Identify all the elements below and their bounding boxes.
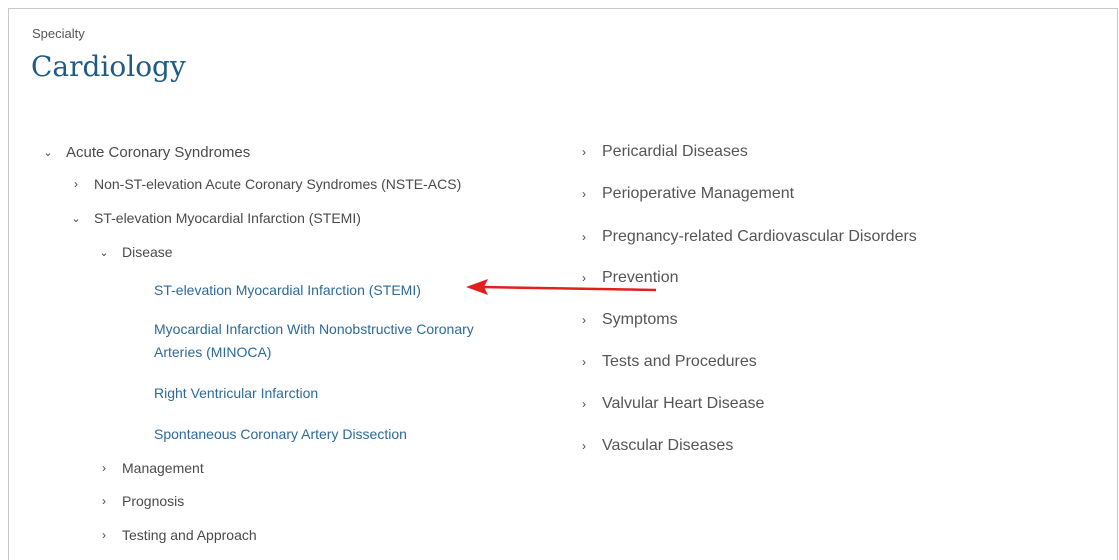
tree-item-label: Acute Coronary Syndromes: [66, 144, 251, 161]
tree-item-stemi[interactable]: ⌄ ST-elevation Myocardial Infarction (ST…: [68, 210, 361, 226]
tree-item-disease[interactable]: ⌄ Disease: [96, 244, 173, 260]
chevron-down-icon: ⌄: [71, 212, 81, 225]
chevron-right-icon: ›: [582, 187, 586, 201]
annotation-arrow: [466, 279, 657, 295]
chevron-right-icon: ›: [582, 397, 586, 411]
list-item-tests-and-procedures[interactable]: › Tests and Procedures: [576, 353, 757, 371]
link-right-ventricular-infarction[interactable]: Right Ventricular Infarction: [154, 382, 318, 405]
tree-item-testing-and-approach[interactable]: › Testing and Approach: [96, 527, 257, 543]
tree-item-label: Prognosis: [122, 493, 185, 509]
chevron-right-icon: ›: [102, 461, 106, 475]
chevron-right-icon: ›: [582, 145, 586, 159]
chevron-right-icon: ›: [102, 494, 106, 508]
list-item-label: Vascular Diseases: [602, 437, 734, 454]
tree-item-label: ST-elevation Myocardial Infarction (STEM…: [94, 210, 361, 226]
link-spontaneous-coronary-artery-dissection[interactable]: Spontaneous Coronary Artery Dissection: [154, 423, 407, 446]
list-item-symptoms[interactable]: › Symptoms: [576, 311, 678, 329]
tree-item-prognosis[interactable]: › Prognosis: [96, 493, 184, 509]
tree-item-management[interactable]: › Management: [96, 460, 204, 476]
chevron-down-icon: ⌄: [43, 147, 53, 159]
list-item-pericardial-diseases[interactable]: › Pericardial Diseases: [576, 143, 748, 161]
list-item-label: Pericardial Diseases: [602, 143, 748, 160]
tree-item-label: Disease: [122, 244, 173, 260]
chevron-right-icon: ›: [582, 355, 586, 369]
chevron-right-icon: ›: [74, 177, 78, 191]
annotation-arrow-shaft: [479, 285, 657, 292]
tree-item-label: Testing and Approach: [122, 527, 257, 543]
chevron-right-icon: ›: [582, 313, 586, 327]
tree-item-label: Management: [122, 460, 204, 476]
list-item-perioperative-management[interactable]: › Perioperative Management: [576, 185, 794, 203]
chevron-right-icon: ›: [582, 439, 586, 453]
page-title: Cardiology: [31, 50, 186, 83]
list-item-label: Perioperative Management: [602, 185, 795, 202]
list-item-label: Pregnancy-related Cardiovascular Disorde…: [602, 228, 917, 245]
list-item-valvular-heart-disease[interactable]: › Valvular Heart Disease: [576, 395, 764, 413]
link-stemi[interactable]: ST-elevation Myocardial Infarction (STEM…: [154, 279, 421, 302]
link-minoca-line2[interactable]: Arteries (MINOCA): [154, 341, 271, 364]
tree-item-label: Non-ST-elevation Acute Coronary Syndrome…: [94, 176, 462, 192]
chevron-down-icon: ⌄: [99, 246, 109, 259]
tree-item-acute-coronary-syndromes[interactable]: ⌄ Acute Coronary Syndromes: [40, 144, 250, 161]
list-item-pregnancy-related-cardiovascular-disorders[interactable]: › Pregnancy-related Cardiovascular Disor…: [576, 228, 917, 246]
list-item-label: Tests and Procedures: [602, 353, 757, 370]
list-item-vascular-diseases[interactable]: › Vascular Diseases: [576, 437, 733, 455]
chevron-right-icon: ›: [582, 230, 586, 244]
tree-item-nste-acs[interactable]: › Non-ST-elevation Acute Coronary Syndro…: [68, 176, 461, 192]
chevron-right-icon: ›: [102, 528, 106, 542]
specialty-label: Specialty: [32, 26, 85, 41]
list-item-label: Valvular Heart Disease: [602, 395, 765, 412]
link-minoca-line1[interactable]: Myocardial Infarction With Nonobstructiv…: [154, 318, 474, 341]
list-item-label: Symptoms: [602, 311, 678, 328]
